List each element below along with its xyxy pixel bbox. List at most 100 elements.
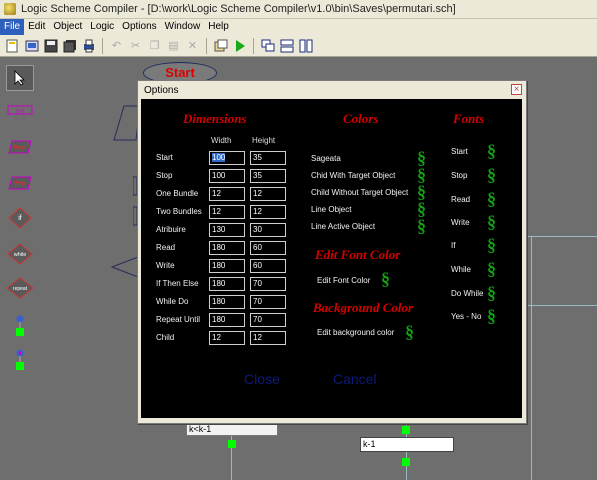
tile-horizontal-icon[interactable] [278,37,295,54]
pointer-tool[interactable] [6,65,34,91]
svg-text:Read: Read [14,145,26,151]
connector-handle[interactable] [402,458,410,466]
cut-icon[interactable]: ✂ [127,37,144,54]
menu-object[interactable]: Object [49,19,86,35]
menu-edit[interactable]: Edit [24,19,49,35]
background-color-picker-icon[interactable]: § [405,323,414,341]
dim-width-stop[interactable]: 100 [209,169,245,183]
dim-width-one-bundle[interactable]: 12 [209,187,245,201]
assignment-node[interactable]: k-1 [360,437,454,452]
assign-tool[interactable]: a=b [6,103,34,117]
dim-height-write[interactable]: 60 [250,259,286,273]
close-button[interactable]: Close [244,371,280,387]
save-all-icon[interactable] [61,37,78,54]
dim-width-read[interactable]: 180 [209,241,245,255]
connector-line [527,305,597,306]
while-font-picker-icon[interactable]: § [487,260,496,278]
read-tool[interactable]: Read [6,139,34,155]
line-active-color-picker-icon[interactable]: § [417,217,426,235]
repeat-tool[interactable]: repeat [6,277,34,299]
dim-height-stop[interactable]: 35 [250,169,286,183]
menu-logic[interactable]: Logic [86,19,118,35]
copy-icon[interactable]: ❐ [146,37,163,54]
dim-width-start[interactable]: 100 [209,151,245,165]
open-file-icon[interactable] [23,37,40,54]
menu-options[interactable]: Options [118,19,160,35]
dim-label-start: Start [156,153,173,162]
print-icon[interactable] [80,37,97,54]
two-bundles-tool[interactable] [6,349,34,371]
undo-icon[interactable]: ↶ [108,37,125,54]
font-label-if: If [451,241,456,250]
dim-width-atribuire[interactable]: 130 [209,223,245,237]
dim-label-while-do: While Do [156,297,189,306]
do-while-font-picker-icon[interactable]: § [487,284,496,302]
yes-no-font-picker-icon[interactable]: § [487,307,496,325]
menu-window[interactable]: Window [161,19,205,35]
dim-label-repeat-until: Repeat Until [156,315,201,324]
dim-height-start[interactable]: 35 [250,151,286,165]
dim-width-child[interactable]: 12 [209,331,245,345]
dim-width-while-do[interactable]: 180 [209,295,245,309]
toolbar-separator [206,37,207,54]
dim-height-read[interactable]: 60 [250,241,286,255]
font-color-picker-icon[interactable]: § [381,270,390,288]
color-label-line-active-object: Line Active Object [311,222,376,231]
stop-font-picker-icon[interactable]: § [487,166,496,184]
options-dialog: Options × Dimensions Width Height Start … [137,80,527,424]
font-label-while: While [451,265,472,274]
delete-icon[interactable]: ✕ [184,37,201,54]
dim-width-repeat-until[interactable]: 180 [209,313,245,327]
svg-text:a=b: a=b [16,109,25,115]
dim-height-atribuire[interactable]: 30 [250,223,286,237]
if-font-picker-icon[interactable]: § [487,236,496,254]
run-icon[interactable] [231,37,248,54]
font-label-read: Read [451,195,471,204]
tile-vertical-icon[interactable] [297,37,314,54]
dim-height-if-then-else[interactable]: 70 [250,277,286,291]
save-icon[interactable] [42,37,59,54]
connector-handle[interactable] [402,426,410,434]
write-tool[interactable]: Write [6,175,34,191]
menu-bar: File Edit Object Logic Options Window He… [0,19,597,35]
dim-height-one-bundle[interactable]: 12 [250,187,286,201]
canvas-diamond-fragment [110,256,139,278]
if-tool[interactable]: if [6,207,34,229]
close-icon[interactable]: × [511,84,522,95]
connector-line [531,236,532,480]
cancel-button[interactable]: Cancel [333,371,377,387]
dim-width-if-then-else[interactable]: 180 [209,277,245,291]
assignment-node[interactable]: k<k-1 [186,422,278,436]
svg-text:while: while [13,252,27,258]
dim-width-write[interactable]: 180 [209,259,245,273]
dim-height-while-do[interactable]: 70 [250,295,286,309]
write-font-picker-icon[interactable]: § [487,213,496,231]
color-label-child-without-target: Child Without Target Object [311,188,409,197]
start-font-picker-icon[interactable]: § [487,142,496,160]
dim-height-child[interactable]: 12 [250,331,286,345]
color-label-sageata: Sageata [311,154,341,163]
dim-height-repeat-until[interactable]: 70 [250,313,286,327]
one-bundle-tool[interactable] [6,315,34,337]
two-bundles-icon [16,349,24,370]
assign-shape-icon: a=b [7,105,33,115]
compile-icon[interactable] [212,37,229,54]
fonts-heading: Fonts [453,111,485,126]
new-file-icon[interactable] [4,37,21,54]
write-shape-icon: Write [8,176,32,190]
toolbar: ↶ ✂ ❐ ▤ ✕ [0,35,597,57]
connector-handle[interactable] [228,440,236,448]
read-font-picker-icon[interactable]: § [487,190,496,208]
menu-help[interactable]: Help [204,19,233,35]
paste-icon[interactable]: ▤ [165,37,182,54]
dim-width-two-bundles[interactable]: 12 [209,205,245,219]
dim-height-two-bundles[interactable]: 12 [250,205,286,219]
window-title: Logic Scheme Compiler - [D:\work\Logic S… [21,3,456,15]
shape-palette: a=b Read Write if while repeat [0,57,40,480]
menu-file[interactable]: File [0,19,25,35]
dim-label-child: Child [156,333,175,342]
dim-label-two-bundles: Two Bundles [156,207,202,216]
cascade-windows-icon[interactable] [259,37,276,54]
color-label-child-with-target: Chid With Target Object [311,171,396,180]
while-tool[interactable]: while [6,243,34,265]
